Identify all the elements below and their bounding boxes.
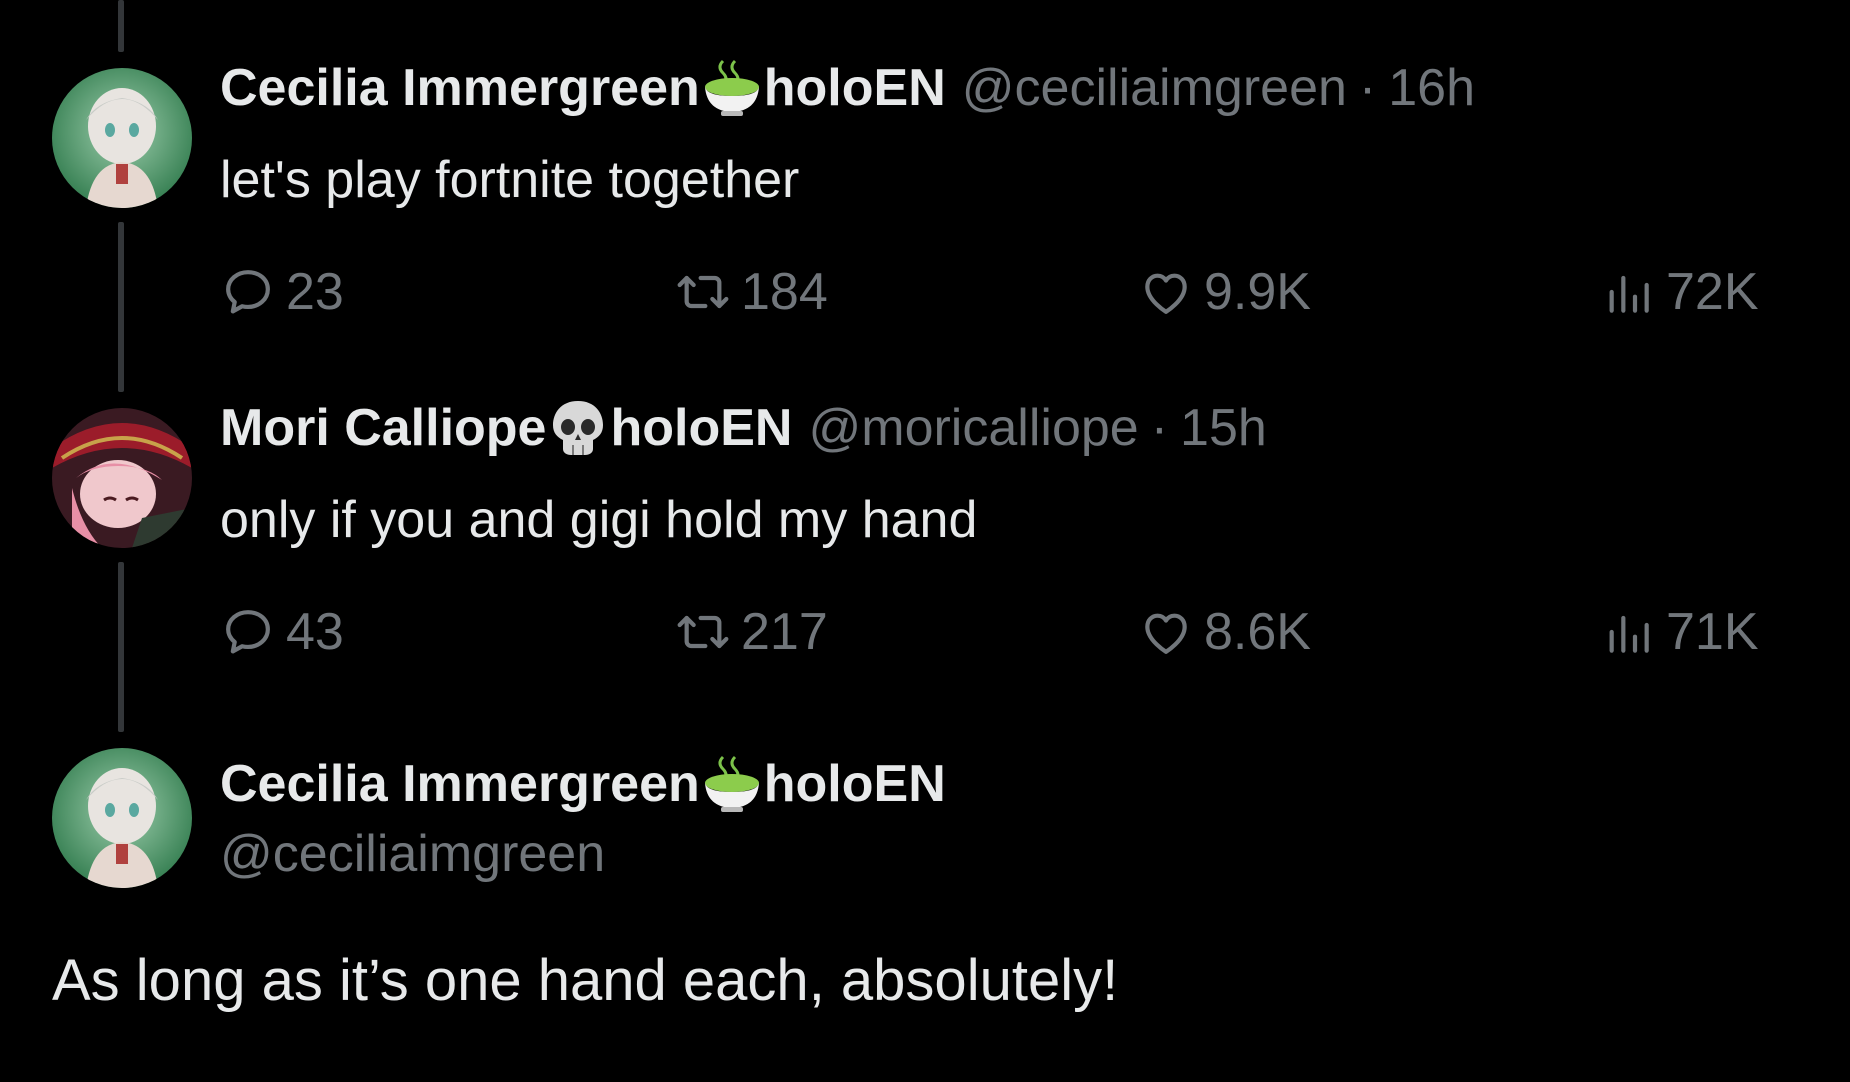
display-name[interactable]: Mori Calliope holoEN xyxy=(220,396,792,460)
reply-count: 23 xyxy=(286,263,344,321)
main-handle[interactable]: @ceciliaimgreen xyxy=(220,820,605,888)
view-count: 72K xyxy=(1666,263,1759,321)
timestamp[interactable]: 15h xyxy=(1180,396,1267,460)
tweet-2-header: Mori Calliope holoEN @moricalliope · 15h xyxy=(220,396,1267,460)
reply-count: 43 xyxy=(286,603,344,661)
tweet-2-text: only if you and gigi hold my hand xyxy=(220,491,978,549)
matcha-tea-emoji-icon xyxy=(701,753,763,815)
views-button[interactable]: 72K xyxy=(1600,260,1759,324)
repost-button[interactable]: 217 xyxy=(675,600,828,664)
display-name-suffix: holoEN xyxy=(763,59,946,117)
views-button[interactable]: 71K xyxy=(1600,600,1759,664)
like-count: 8.6K xyxy=(1204,603,1311,661)
display-name-suffix: holoEN xyxy=(610,399,793,457)
repost-arrows-icon xyxy=(675,604,731,660)
display-name-text: Cecilia Immergreen xyxy=(220,59,700,117)
handle[interactable]: @ceciliaimgreen xyxy=(962,56,1347,120)
repost-count: 217 xyxy=(741,603,828,661)
separator-dot: · xyxy=(1150,399,1169,457)
thread-line-top xyxy=(118,0,124,52)
view-count: 71K xyxy=(1666,603,1759,661)
views-bar-chart-icon xyxy=(1600,264,1656,320)
repost-button[interactable]: 184 xyxy=(675,260,828,324)
handle[interactable]: @moricalliope xyxy=(808,396,1138,460)
avatar-cecilia-main[interactable] xyxy=(52,748,192,888)
separator-dot: · xyxy=(1358,59,1377,117)
tweet-1-header: Cecilia Immergreen holoEN @ceciliaimgree… xyxy=(220,56,1475,120)
avatar-cecilia[interactable] xyxy=(52,68,192,208)
reply-button[interactable]: 23 xyxy=(220,260,344,324)
reply-bubble-icon xyxy=(220,264,276,320)
like-button[interactable]: 8.6K xyxy=(1138,600,1311,664)
avatar-mori[interactable] xyxy=(52,408,192,548)
reply-button[interactable]: 43 xyxy=(220,600,344,664)
like-button[interactable]: 9.9K xyxy=(1138,260,1311,324)
heart-icon xyxy=(1138,604,1194,660)
reply-bubble-icon xyxy=(220,604,276,660)
display-name-text: Cecilia Immergreen xyxy=(220,755,700,813)
display-name-suffix: holoEN xyxy=(763,755,946,813)
thread-line-2 xyxy=(118,562,124,732)
tweet-1-actions: 23 184 9.9K 72K xyxy=(220,260,1780,324)
skull-emoji-icon xyxy=(547,397,609,459)
matcha-tea-emoji-icon xyxy=(701,57,763,119)
thread-line-1 xyxy=(118,222,124,392)
heart-icon xyxy=(1138,264,1194,320)
main-tweet-text: As long as it’s one hand each, absolutel… xyxy=(52,948,1119,1013)
repost-count: 184 xyxy=(741,263,828,321)
display-name-text: Mori Calliope xyxy=(220,399,547,457)
display-name[interactable]: Cecilia Immergreen holoEN xyxy=(220,56,946,120)
main-display-name[interactable]: Cecilia Immergreen holoEN xyxy=(220,750,946,818)
tweet-1-text: let's play fortnite together xyxy=(220,151,800,209)
repost-arrows-icon xyxy=(675,264,731,320)
like-count: 9.9K xyxy=(1204,263,1311,321)
views-bar-chart-icon xyxy=(1600,604,1656,660)
tweet-2-actions: 43 217 8.6K 71K xyxy=(220,600,1780,664)
timestamp[interactable]: 16h xyxy=(1388,56,1475,120)
